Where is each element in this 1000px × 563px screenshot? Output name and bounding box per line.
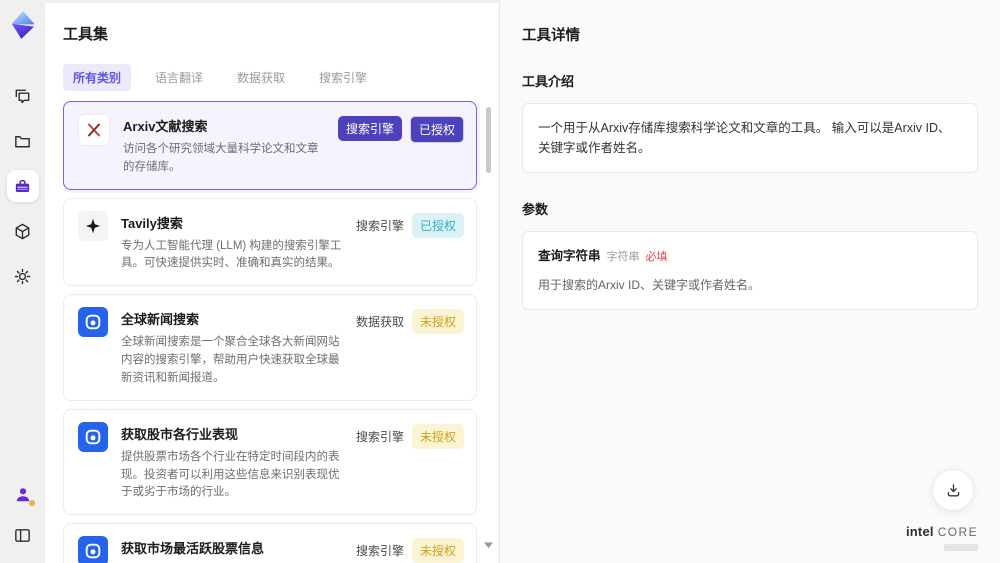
tool-title: 获取股市各行业表现 — [121, 426, 239, 442]
tool-description: 提供股票市场各个行业在特定时间段内的表现。投资者可以利用这些信息来识别表现优于或… — [121, 450, 340, 499]
params-heading: 参数 — [522, 202, 549, 217]
rail-bottom — [7, 479, 39, 551]
tavily-logo-icon — [78, 210, 108, 241]
tool-card-sector-performance[interactable]: 获取股市各行业表现 提供股票市场各个行业在特定时间段内的表现。投资者可以利用这些… — [63, 408, 477, 516]
quark-logo-icon — [78, 421, 108, 452]
left-rail — [0, 0, 45, 563]
category-tabs: 所有类别 语言翻译 数据获取 搜索引擎 — [63, 64, 499, 91]
tool-description: 全球新闻搜索是一个聚合全球各大新闻网站内容的搜索引擎，帮助用户快速获取全球最新资… — [121, 336, 340, 384]
tool-description: 访问各个研究领域大量科学论文和文章的存储库。 — [123, 143, 319, 173]
core-brand-text: core — [937, 525, 978, 540]
category-badge: 搜索引擎 — [355, 544, 404, 559]
tool-title: Arxiv文献搜索 — [123, 119, 208, 134]
category-badge: 搜索引擎 — [355, 429, 404, 444]
param-required-badge: 必填 — [645, 251, 668, 263]
page-title: 工具集 — [63, 26, 109, 43]
sidebar-toggle-icon[interactable] — [7, 519, 39, 551]
intel-core-logo: intel core — [906, 523, 978, 551]
intro-heading: 工具介绍 — [522, 74, 575, 89]
user-avatar-icon[interactable] — [7, 479, 39, 511]
param-description: 用于搜索的Arxiv ID、关键字或作者姓名。 — [538, 277, 761, 292]
tool-list-panel: 工具集 所有类别 语言翻译 数据获取 搜索引擎 Arxiv文献搜索 访问各个研究… — [45, 0, 500, 563]
scroll-down-icon[interactable] — [484, 536, 493, 549]
download-button[interactable] — [932, 469, 974, 511]
tool-title: 获取市场最活跃股票信息 — [121, 541, 265, 557]
tool-list: Arxiv文献搜索 访问各个研究领域大量科学论文和文章的存储库。 搜索引擎 已授… — [63, 101, 499, 563]
avatar-status-dot — [28, 500, 35, 506]
intel-brand-text: intel — [905, 524, 934, 540]
tab-all-categories[interactable]: 所有类别 — [63, 64, 132, 91]
param-type: 字符串 — [606, 251, 640, 263]
arxiv-logo-icon — [78, 114, 110, 146]
app-logo-icon — [8, 10, 38, 40]
app-root: 工具集 所有类别 语言翻译 数据获取 搜索引擎 Arxiv文献搜索 访问各个研究… — [0, 0, 1000, 563]
tab-translation[interactable]: 语言翻译 — [145, 64, 213, 91]
auth-status-badge: 未授权 — [411, 538, 464, 563]
category-badge: 搜索引擎 — [337, 116, 402, 141]
download-icon — [947, 483, 959, 497]
tool-title: 全球新闻搜索 — [121, 312, 200, 328]
param-name: 查询字符串 — [538, 249, 601, 263]
folder-icon[interactable] — [7, 125, 39, 157]
gear-icon[interactable] — [7, 260, 39, 292]
quark-logo-icon — [78, 307, 108, 338]
param-box: 查询字符串 字符串 必填 用于搜索的Arxiv ID、关键字或作者姓名。 — [522, 231, 978, 310]
category-badge: 搜索引擎 — [355, 218, 404, 233]
cube-icon[interactable] — [7, 215, 39, 247]
auth-status-badge: 已授权 — [411, 212, 464, 238]
rail-nav — [6, 80, 39, 292]
scrollbar-thumb[interactable] — [486, 107, 491, 173]
intel-logo-sub-bar — [944, 544, 978, 551]
detail-title: 工具详情 — [522, 28, 580, 44]
quark-logo-icon — [78, 536, 108, 563]
auth-status-badge: 已授权 — [409, 116, 464, 143]
auth-status-badge: 未授权 — [411, 309, 464, 335]
tab-search-engine[interactable]: 搜索引擎 — [309, 64, 377, 91]
tool-card-global-news[interactable]: 全球新闻搜索 全球新闻搜索是一个聚合全球各大新闻网站内容的搜索引擎，帮助用户快速… — [63, 294, 477, 401]
tool-title: Tavily搜索 — [121, 215, 183, 231]
briefcase-icon[interactable] — [6, 170, 39, 202]
auth-status-badge: 未授权 — [411, 423, 464, 449]
tab-data-fetch[interactable]: 数据获取 — [227, 64, 295, 91]
tool-card-arxiv[interactable]: Arxiv文献搜索 访问各个研究领域大量科学论文和文章的存储库。 搜索引擎 已授… — [63, 101, 477, 190]
intro-text: 一个用于从Arxiv存储库搜索科学论文和文章的工具。 输入可以是Arxiv ID… — [538, 121, 951, 155]
category-badge: 数据获取 — [355, 315, 404, 330]
tool-card-tavily[interactable]: Tavily搜索 专为人工智能代理 (LLM) 构建的搜索引擎工具。可快速提供实… — [63, 197, 477, 287]
tool-detail-panel: 工具详情 工具介绍 一个用于从Arxiv存储库搜索科学论文和文章的工具。 输入可… — [500, 0, 1000, 563]
chat-icon[interactable] — [7, 80, 39, 112]
intro-box: 一个用于从Arxiv存储库搜索科学论文和文章的工具。 输入可以是Arxiv ID… — [522, 103, 978, 173]
tool-description: 专为人工智能代理 (LLM) 构建的搜索引擎工具。可快速提供实时、准确和真实的结… — [121, 239, 342, 270]
tool-card-active-stocks[interactable]: 获取市场最活跃股票信息 提供当天交易量最高的股票列表，投资者可以利用这些信息来识… — [63, 523, 477, 563]
